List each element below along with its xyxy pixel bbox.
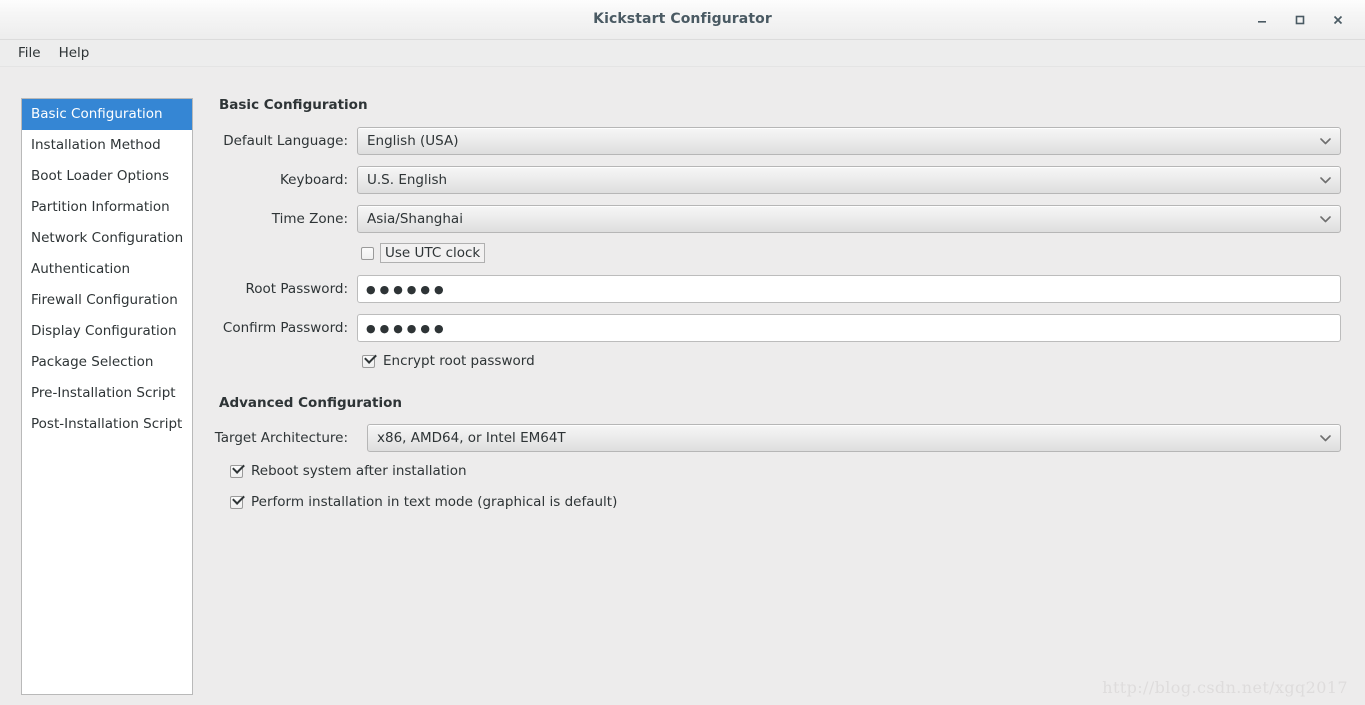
keyboard-value: U.S. English <box>367 172 448 188</box>
minimize-icon <box>1258 21 1266 23</box>
target-architecture-select[interactable]: x86, AMD64, or Intel EM64T <box>367 424 1341 452</box>
chevron-down-icon <box>1310 137 1340 145</box>
menu-item-help[interactable]: Help <box>50 43 99 63</box>
use-utc-clock-label: Use UTC clock <box>380 243 486 263</box>
default-language-label: Default Language: <box>223 133 348 149</box>
window-title: Kickstart Configurator <box>593 11 772 27</box>
advanced-configuration-heading: Advanced Configuration <box>219 395 402 411</box>
minimize-button[interactable] <box>1243 1 1281 39</box>
maximize-button[interactable] <box>1281 1 1319 39</box>
title-bar: Kickstart Configurator <box>0 0 1365 40</box>
menu-bar: File Help <box>0 40 1365 67</box>
target-architecture-label: Target Architecture: <box>214 430 348 446</box>
time-zone-label: Time Zone: <box>271 211 348 227</box>
root-password-input[interactable]: ●●●●●● <box>357 275 1341 303</box>
watermark-text: http://blog.csdn.net/xgq2017 <box>1102 678 1348 697</box>
reboot-after-install-label: Reboot system after installation <box>251 463 467 479</box>
content-area: Basic Configuration Installation Method … <box>0 67 1365 704</box>
confirm-password-label: Confirm Password: <box>222 320 348 336</box>
sidebar-item-package-selection[interactable]: Package Selection <box>22 347 192 378</box>
encrypt-root-password-label: Encrypt root password <box>383 353 535 369</box>
encrypt-root-password-checkbox[interactable]: Encrypt root password <box>362 353 535 369</box>
default-language-select[interactable]: English (USA) <box>357 127 1341 155</box>
chevron-down-icon <box>1310 176 1340 184</box>
menu-item-file[interactable]: File <box>9 43 50 63</box>
default-language-value: English (USA) <box>367 133 459 149</box>
use-utc-clock-checkbox[interactable]: Use UTC clock <box>361 243 486 263</box>
sidebar-item-network-configuration[interactable]: Network Configuration <box>22 223 192 254</box>
keyboard-label: Keyboard: <box>279 172 348 188</box>
confirm-password-input[interactable]: ●●●●●● <box>357 314 1341 342</box>
sidebar-item-basic-configuration[interactable]: Basic Configuration <box>22 99 192 130</box>
target-architecture-value: x86, AMD64, or Intel EM64T <box>377 430 566 446</box>
reboot-after-install-checkbox[interactable]: Reboot system after installation <box>230 463 467 479</box>
chevron-down-icon <box>1310 434 1340 442</box>
sidebar-item-pre-installation-script[interactable]: Pre-Installation Script <box>22 378 192 409</box>
time-zone-select[interactable]: Asia/Shanghai <box>357 205 1341 233</box>
close-button[interactable] <box>1319 1 1357 39</box>
basic-configuration-heading: Basic Configuration <box>219 97 368 113</box>
checkbox-box-icon <box>361 246 374 260</box>
text-mode-install-label: Perform installation in text mode (graph… <box>251 494 618 510</box>
confirm-password-value: ●●●●●● <box>366 321 448 335</box>
checkbox-box-icon <box>230 495 243 509</box>
time-zone-value: Asia/Shanghai <box>367 211 463 227</box>
close-icon <box>1333 15 1343 25</box>
keyboard-select[interactable]: U.S. English <box>357 166 1341 194</box>
maximize-icon <box>1295 15 1305 25</box>
root-password-value: ●●●●●● <box>366 282 448 296</box>
checkbox-box-icon <box>230 464 243 478</box>
checkbox-box-icon <box>362 354 375 368</box>
window-controls <box>1243 0 1357 40</box>
root-password-label: Root Password: <box>245 281 348 297</box>
basic-configuration-form: Basic Configuration Default Language: En… <box>215 67 1365 704</box>
chevron-down-icon <box>1310 215 1340 223</box>
text-mode-install-checkbox[interactable]: Perform installation in text mode (graph… <box>230 494 617 510</box>
